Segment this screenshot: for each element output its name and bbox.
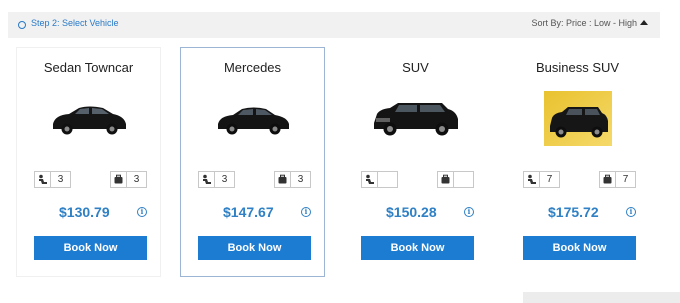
passenger-count: 3 — [215, 171, 235, 188]
book-now-button[interactable]: Book Now — [34, 236, 147, 260]
footer-strip — [523, 292, 680, 303]
sort-label: Sort By: Price : Low - High — [531, 18, 637, 28]
vehicle-selection-page: Step 2: Select Vehicle Sort By: Price : … — [0, 0, 680, 303]
sort-arrow-icon — [640, 20, 648, 25]
luggage-capacity: 3 — [110, 171, 147, 188]
vehicle-image — [212, 91, 293, 146]
vehicle-price: $130.79 — [59, 204, 110, 220]
passenger-capacity: 7 — [523, 171, 560, 188]
luggage-capacity: 7 — [599, 171, 636, 188]
step-title: Step 2: Select Vehicle — [31, 18, 119, 28]
book-now-button[interactable]: Book Now — [523, 236, 636, 260]
vehicle-card-mercedes[interactable]: Mercedes 3 3 $147.67 i Book Now — [180, 47, 325, 277]
info-icon[interactable]: i — [464, 207, 474, 217]
luggage-icon — [110, 171, 127, 188]
step-header: Step 2: Select Vehicle Sort By: Price : … — [8, 12, 660, 38]
passenger-capacity: 3 — [34, 171, 71, 188]
passenger-icon — [34, 171, 51, 188]
info-icon[interactable]: i — [301, 207, 311, 217]
passenger-count: 7 — [540, 171, 560, 188]
vehicle-name: Business SUV — [535, 60, 620, 75]
sort-control[interactable]: Sort By: Price : Low - High — [531, 18, 648, 28]
step-circle-icon — [18, 21, 26, 29]
luggage-count: 3 — [127, 171, 147, 188]
vehicle-image — [543, 91, 612, 146]
vehicle-price: $150.28 — [386, 204, 437, 220]
vehicle-card-sedan-towncar[interactable]: Sedan Towncar 3 3 $130.79 i Book Now — [16, 47, 161, 277]
luggage-count: 3 — [291, 171, 311, 188]
luggage-icon — [274, 171, 291, 188]
passenger-icon — [198, 171, 215, 188]
passenger-capacity — [361, 171, 398, 188]
passenger-icon — [523, 171, 540, 188]
luggage-count — [454, 171, 474, 188]
vehicle-price: $175.72 — [548, 204, 599, 220]
vehicle-card-business-suv[interactable]: Business SUV 7 7 $175.72 i Book Now — [505, 47, 650, 277]
passenger-icon — [361, 171, 378, 188]
vehicle-price: $147.67 — [223, 204, 274, 220]
passenger-capacity: 3 — [198, 171, 235, 188]
info-icon[interactable]: i — [626, 207, 636, 217]
vehicle-name: Mercedes — [223, 60, 282, 75]
vehicle-card-suv[interactable]: SUV $150.28 i Book Now — [343, 47, 488, 277]
vehicle-name: Sedan Towncar — [43, 60, 134, 75]
luggage-icon — [599, 171, 616, 188]
vehicle-name: SUV — [402, 60, 429, 75]
info-icon[interactable]: i — [137, 207, 147, 217]
luggage-icon — [437, 171, 454, 188]
passenger-count: 3 — [51, 171, 71, 188]
vehicle-image — [367, 91, 464, 146]
luggage-capacity — [437, 171, 474, 188]
passenger-count — [378, 171, 398, 188]
book-now-button[interactable]: Book Now — [361, 236, 474, 260]
luggage-count: 7 — [616, 171, 636, 188]
book-now-button[interactable]: Book Now — [198, 236, 311, 260]
luggage-capacity: 3 — [274, 171, 311, 188]
vehicle-image — [48, 91, 129, 146]
